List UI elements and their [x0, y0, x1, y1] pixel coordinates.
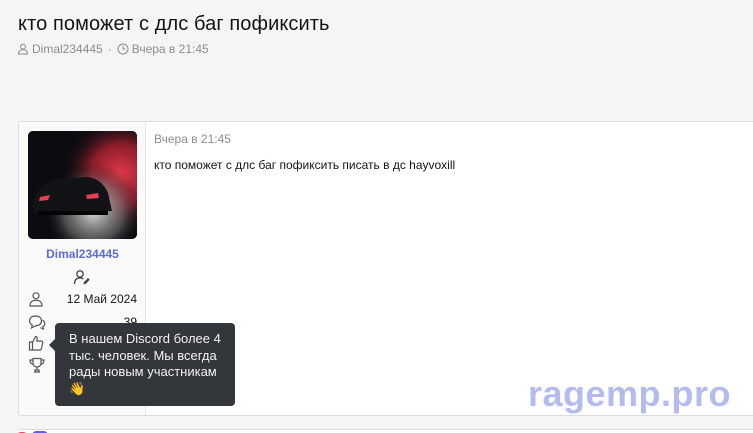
avatar[interactable] — [28, 131, 137, 239]
clock-icon — [117, 43, 129, 55]
thread-author-link[interactable]: Dimal234445 — [32, 42, 103, 56]
thumbs-up-icon — [28, 335, 44, 351]
watermark-logo: ragemp.pro — [528, 373, 732, 414]
thread-date-link[interactable]: Вчера в 21:45 — [132, 42, 209, 56]
thread-title: кто поможет с длс баг пофиксить — [18, 13, 330, 35]
post-date-link[interactable]: Вчера в 21:45 — [154, 132, 231, 146]
user-icon — [17, 43, 29, 55]
user-edit-badge-icon — [73, 269, 91, 287]
stat-joined: 12 Май 2024 — [28, 290, 137, 308]
joined-user-icon — [28, 291, 44, 307]
next-post-avatar-icon — [10, 428, 54, 433]
stat-joined-value: 12 Май 2024 — [66, 292, 137, 306]
post-username[interactable]: Dimal234445 — [19, 247, 146, 261]
trophy-icon — [28, 357, 46, 373]
post-body: кто поможет с длс баг пофиксить писать в… — [154, 158, 456, 172]
next-post-peek — [18, 429, 753, 433]
discord-tooltip: В нашем Discord более 4 тыс. человек. Мы… — [49, 323, 235, 406]
thread-meta: Dimal234445 · Вчера в 21:45 — [17, 42, 209, 56]
messages-icon — [28, 314, 46, 330]
meta-separator: · — [107, 42, 112, 56]
